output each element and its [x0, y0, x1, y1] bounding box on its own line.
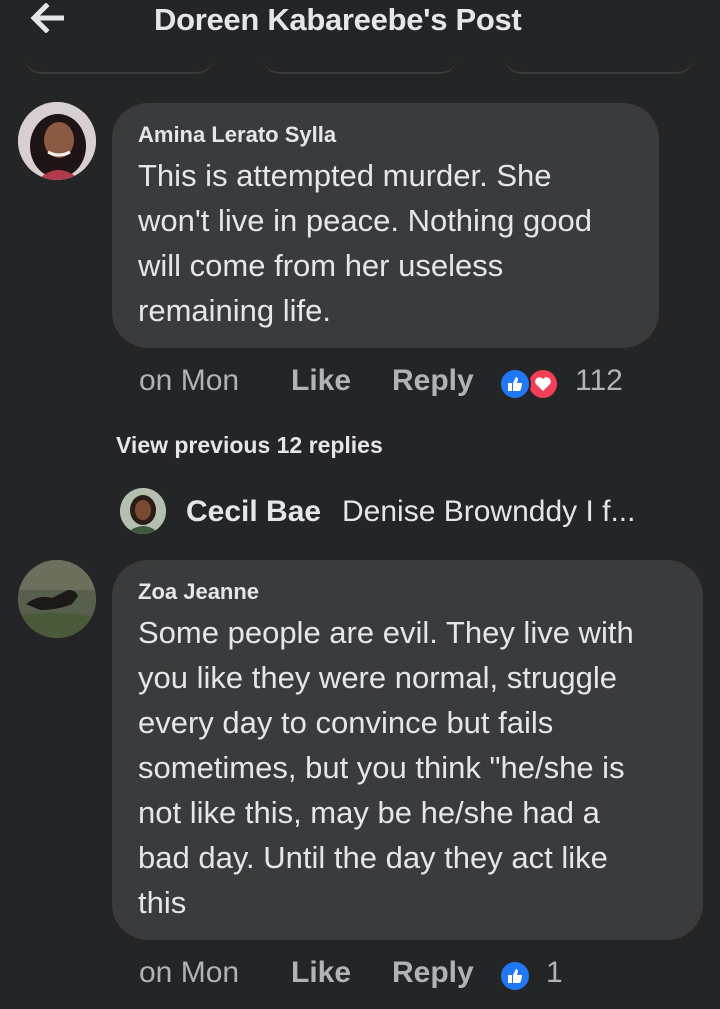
- view-previous-replies-link[interactable]: View previous 12 replies: [116, 432, 383, 459]
- reply-button[interactable]: Reply: [392, 956, 474, 990]
- back-button[interactable]: [24, 0, 72, 36]
- reply-snippet: Denise Brownddy I f...: [342, 495, 636, 528]
- comment-text: Some people are evil. They live with you…: [138, 610, 634, 925]
- like-button[interactable]: Like: [291, 956, 351, 990]
- comment-text: This is attempted murder. She won't live…: [138, 153, 592, 333]
- reaction-count[interactable]: 1: [546, 956, 563, 990]
- comment-author[interactable]: Amina Lerato Sylla: [138, 122, 336, 148]
- comment-line: you like they were normal, struggle: [138, 660, 618, 695]
- comment-line: bad day. Until the day they act like: [138, 840, 608, 875]
- previous-content-edge: [24, 56, 214, 74]
- arrow-left-icon: [30, 3, 64, 33]
- comment-line: This is attempted murder. She: [138, 158, 552, 193]
- reaction-count[interactable]: 112: [575, 364, 623, 398]
- reply-preview[interactable]: Cecil Bae Denise Brownddy I f...: [120, 486, 700, 536]
- comment-line: will come from her useless: [138, 248, 504, 283]
- comment-line: this: [138, 885, 187, 920]
- like-reaction-icon[interactable]: [499, 368, 531, 400]
- like-button[interactable]: Like: [291, 364, 351, 398]
- page-title: Doreen Kabareebe's Post: [154, 2, 522, 37]
- comment-actions: on Mon Like Reply 112: [139, 364, 699, 404]
- comment-line: sometimes, but you think "he/she is: [138, 750, 625, 785]
- top-bar: Doreen Kabareebe's Post: [0, 0, 720, 42]
- comment-bubble[interactable]: Amina Lerato Sylla This is attempted mur…: [112, 103, 659, 348]
- avatar[interactable]: [120, 488, 166, 534]
- profile-photo: [18, 102, 96, 180]
- previous-content-edge: [504, 56, 694, 74]
- avatar[interactable]: [18, 102, 96, 180]
- comment-timestamp[interactable]: on Mon: [139, 364, 239, 398]
- comment-actions: on Mon Like Reply 1: [139, 956, 699, 996]
- comment-author[interactable]: Zoa Jeanne: [138, 579, 259, 605]
- profile-photo: [18, 560, 96, 638]
- reply-button[interactable]: Reply: [392, 364, 474, 398]
- comment-line: remaining life.: [138, 293, 331, 328]
- comment-line: Some people are evil. They live with: [138, 615, 634, 650]
- comment-timestamp[interactable]: on Mon: [139, 956, 239, 990]
- reply-author[interactable]: Cecil Bae: [186, 495, 321, 529]
- comment-line: not like this, may be he/she had a: [138, 795, 600, 830]
- profile-photo: [120, 488, 166, 534]
- avatar[interactable]: [18, 560, 96, 638]
- previous-content-edge: [262, 56, 458, 74]
- comment-bubble[interactable]: Zoa Jeanne Some people are evil. They li…: [112, 560, 703, 940]
- comment-line: won't live in peace. Nothing good: [138, 203, 592, 238]
- love-reaction-icon[interactable]: [527, 368, 559, 400]
- like-reaction-icon[interactable]: [499, 960, 531, 992]
- comment-line: every day to convince but fails: [138, 705, 554, 740]
